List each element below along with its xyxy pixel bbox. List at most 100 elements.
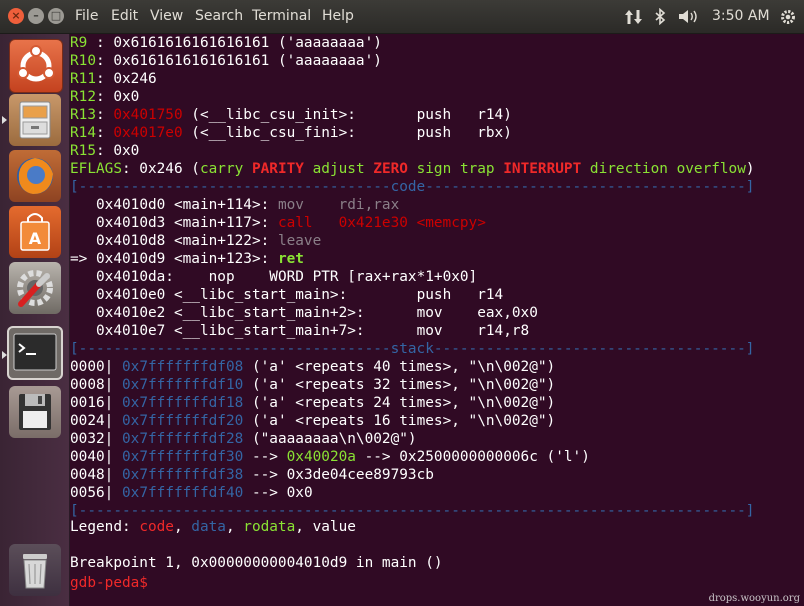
menu-view[interactable]: View — [150, 8, 183, 24]
gdb-prompt[interactable]: gdb-peda$ — [70, 572, 165, 591]
firefox-button[interactable] — [9, 150, 61, 202]
stack-row: 0024| 0x7fffffffdf20 ('a' <repeats 16 ti… — [70, 413, 556, 429]
floppy-disk-icon — [19, 394, 51, 430]
maximize-window-button[interactable]: □ — [48, 8, 64, 24]
code-instruction: ret — [269, 251, 304, 267]
register-value: 0x0 — [113, 143, 140, 159]
power-gear-icon[interactable] — [779, 8, 797, 26]
clock[interactable]: 3:50 AM — [712, 8, 770, 24]
files-button[interactable] — [9, 94, 61, 146]
close-window-button[interactable]: × — [8, 8, 24, 24]
flag-parity: PARITY — [251, 161, 304, 177]
floppy-disk-button[interactable] — [9, 386, 61, 438]
stack-offset: 0000| — [70, 359, 114, 375]
text-cursor — [157, 572, 165, 587]
register-line: R13: 0x401750 (<__libc_csu_init>: push r… — [70, 107, 512, 123]
register-value: 0x401750 — [113, 107, 183, 123]
flag-zero: ZERO — [373, 161, 408, 177]
legend-value: value — [312, 519, 356, 535]
menu-search[interactable]: Search — [195, 8, 243, 24]
menu-help[interactable]: Help — [322, 8, 354, 24]
register-name: R15 — [70, 143, 96, 159]
register-name: R9 — [70, 35, 88, 51]
register-name: R13 — [70, 107, 96, 123]
terminal-output[interactable]: R9 : 0x6161616161616161 ('aaaaaaaa') R10… — [70, 34, 804, 606]
volume-icon[interactable] — [678, 8, 700, 25]
eflags-label: EFLAGS — [70, 161, 122, 177]
legend-line: Legend: code, data, rodata, value — [70, 519, 356, 535]
register-line: R14: 0x4017e0 (<__libc_csu_fini>: push r… — [70, 125, 512, 141]
stack-address: 0x7fffffffdf10 — [122, 377, 244, 393]
stack-row: 0032| 0x7fffffffdf28 ("aaaaaaaa\n\002@") — [70, 431, 417, 447]
stack-offset: 0032| — [70, 431, 114, 447]
code-line-current: => 0x4010d9 <main+123>: ret — [70, 250, 304, 268]
flag-adjust: adjust — [312, 161, 365, 177]
code-line: 0x4010e0 <__libc_start_main>: push r14 — [70, 286, 503, 304]
current-instruction-marker: => — [70, 251, 96, 267]
code-address: 0x4010e7 <__libc_start_main+7>: — [96, 323, 365, 339]
file-cabinet-icon — [19, 101, 51, 139]
stack-pointer-value: 0x40020a — [286, 449, 356, 465]
stack-row: 0008| 0x7fffffffdf10 ('a' <repeats 32 ti… — [70, 377, 556, 393]
legend-rodata: rodata — [243, 519, 296, 535]
register-line: R15: 0x0 — [70, 143, 140, 159]
code-line: 0x4010da: nop WORD PTR [rax+rax*1+0x0] — [70, 268, 477, 286]
firefox-icon — [17, 158, 53, 194]
ubuntu-dash-button[interactable] — [9, 39, 63, 93]
bluetooth-icon[interactable] — [654, 8, 666, 25]
register-name: R14 — [70, 125, 96, 141]
code-instruction: push r14 — [347, 287, 504, 303]
register-line: R12: 0x0 — [70, 89, 140, 105]
register-line: R9 : 0x6161616161616161 ('aaaaaaaa') — [70, 35, 382, 51]
software-center-button[interactable]: A — [9, 206, 61, 258]
code-line: 0x4010d0 <main+114>: mov rdi,rax — [70, 196, 399, 214]
register-value: 0x0 — [113, 89, 140, 105]
eflags-line: EFLAGS: 0x246 (carry PARITY adjust ZERO … — [70, 161, 755, 177]
flag-interrupt: INTERRUPT — [503, 161, 582, 177]
legend-code: code — [139, 519, 174, 535]
stack-address: 0x7fffffffdf20 — [122, 413, 244, 429]
code-address: 0x4010e0 <__libc_start_main>: — [96, 287, 348, 303]
trash-icon — [23, 554, 47, 589]
launcher-running-indicator — [2, 116, 7, 124]
watermark: drops.wooyun.org — [708, 593, 800, 604]
code-line: 0x4010d3 <main+117>: call 0x421e30 <memc… — [70, 214, 486, 232]
network-updown-icon[interactable] — [625, 9, 643, 25]
stack-row: 0048| 0x7fffffffdf38 --> 0x3de04cee89793… — [70, 467, 434, 483]
legend-data: data — [191, 519, 226, 535]
code-address: 0x4010e2 <__libc_start_main+2>: — [96, 305, 365, 321]
menu-terminal[interactable]: Terminal — [252, 8, 311, 24]
stack-row: 0056| 0x7fffffffdf40 --> 0x0 — [70, 485, 313, 501]
ubuntu-logo-icon — [17, 45, 55, 82]
code-instruction: mov r14,r8 — [364, 323, 530, 339]
register-name: R11 — [70, 71, 96, 87]
menu-file[interactable]: File — [75, 8, 98, 24]
stack-address: 0x7fffffffdf18 — [122, 395, 244, 411]
unity-launcher: A — [0, 34, 70, 606]
prompt-text: gdb-peda$ — [70, 575, 157, 591]
code-line: 0x4010e7 <__libc_start_main+7>: mov r14,… — [70, 322, 529, 340]
terminal-button[interactable] — [7, 326, 63, 380]
breakpoint-message: Breakpoint 1, 0x00000000004010d9 in main… — [70, 555, 443, 571]
minimize-window-button[interactable]: – — [28, 8, 44, 24]
system-settings-button[interactable] — [9, 262, 61, 314]
code-instruction: mov rdi,rax — [269, 197, 400, 213]
stack-address: 0x7fffffffdf28 — [122, 431, 244, 447]
flag-trap: trap — [459, 161, 495, 177]
code-instruction: nop WORD PTR [rax+rax*1+0x0] — [173, 269, 478, 285]
register-value: 0x246 — [113, 71, 157, 87]
top-menu-bar: × – □ File Edit View Search Terminal Hel… — [0, 0, 804, 34]
stack-offset: 0048| — [70, 467, 114, 483]
code-address: 0x4010d3 <main+117>: — [96, 215, 270, 231]
code-instruction: call 0x421e30 <memcpy> — [269, 215, 486, 231]
stack-address: 0x7fffffffdf30 — [122, 449, 244, 465]
terminal-icon — [13, 333, 57, 371]
code-address: 0x4010d8 <main+122>: — [96, 233, 270, 249]
stack-address: 0x7fffffffdf08 — [122, 359, 244, 375]
flag-carry: carry — [199, 161, 244, 177]
stack-address: 0x7fffffffdf40 — [122, 485, 244, 501]
trash-button[interactable] — [9, 544, 61, 596]
stack-section-header: [------------------------------------sta… — [70, 341, 755, 357]
code-instruction: mov eax,0x0 — [364, 305, 538, 321]
menu-edit[interactable]: Edit — [111, 8, 138, 24]
